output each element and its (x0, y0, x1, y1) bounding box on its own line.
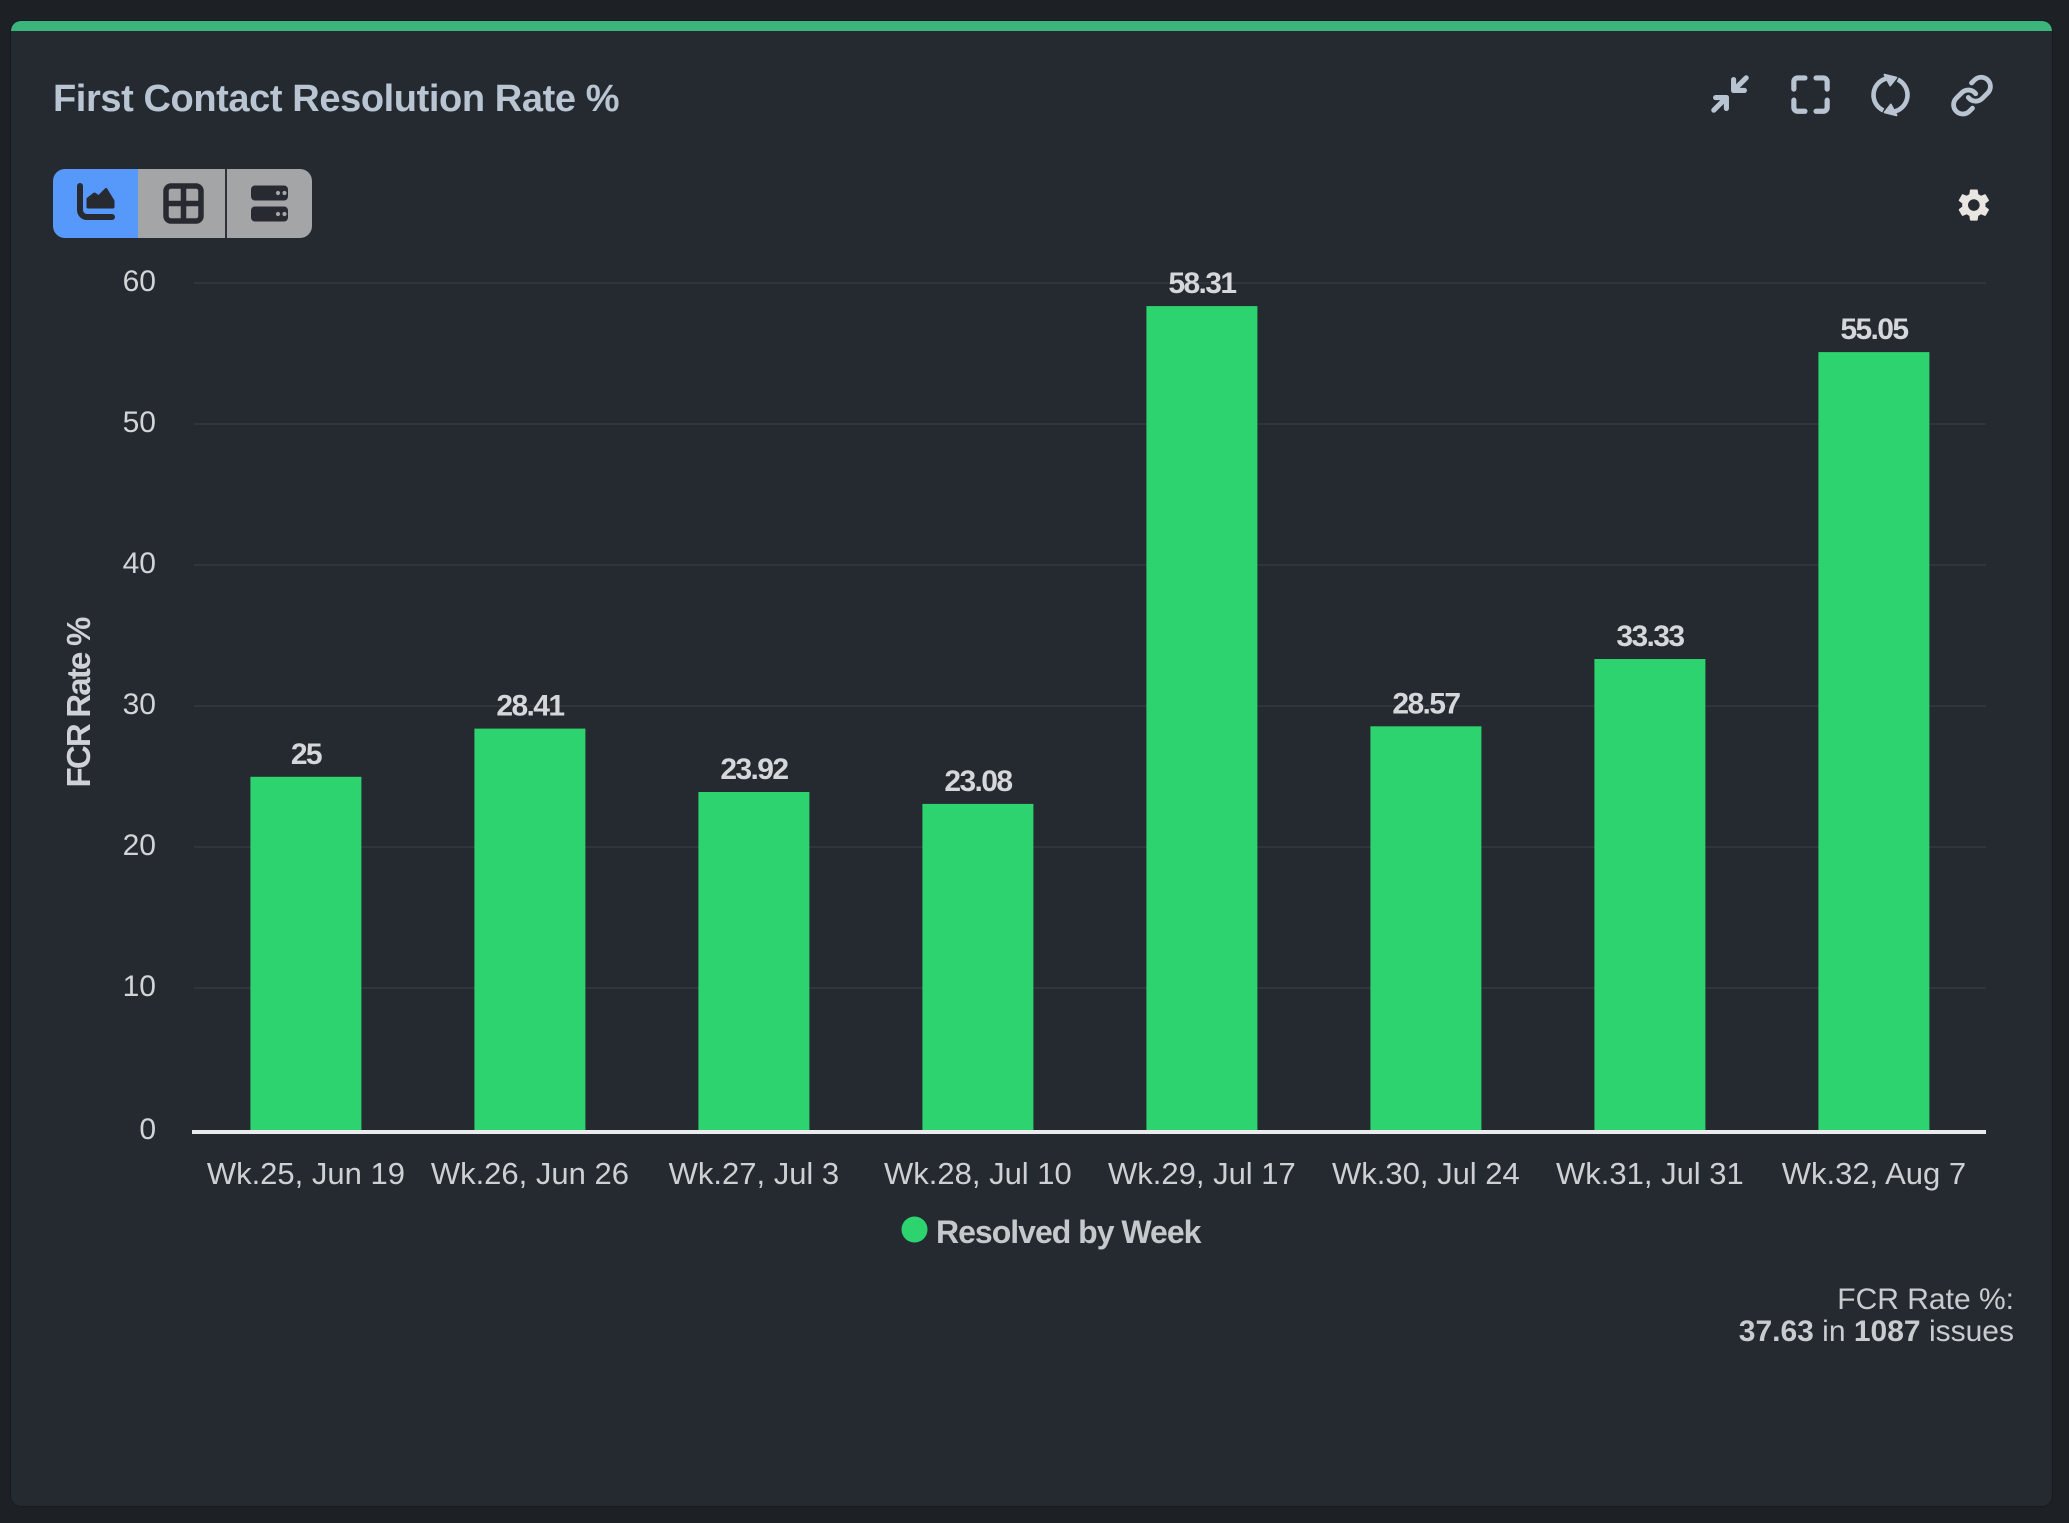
svg-text:37.63 in 1087 issues: 37.63 in 1087 issues (1739, 1315, 2014, 1348)
svg-text:0: 0 (139, 1113, 156, 1146)
svg-text:FCR Rate %: FCR Rate % (60, 617, 97, 787)
svg-text:28.41: 28.41 (496, 690, 564, 723)
svg-text:28.57: 28.57 (1392, 687, 1460, 720)
svg-text:Wk.25, Jun 19: Wk.25, Jun 19 (207, 1156, 405, 1191)
svg-text:Wk.27, Jul 3: Wk.27, Jul 3 (669, 1156, 840, 1191)
svg-text:58.31: 58.31 (1168, 267, 1236, 300)
svg-text:40: 40 (123, 547, 156, 580)
svg-text:23.92: 23.92 (720, 753, 788, 786)
svg-text:30: 30 (123, 688, 156, 721)
svg-text:Wk.32, Aug 7: Wk.32, Aug 7 (1782, 1156, 1966, 1191)
svg-text:Wk.28, Jul 10: Wk.28, Jul 10 (884, 1156, 1072, 1191)
svg-text:10: 10 (123, 970, 156, 1003)
svg-text:Wk.31, Jul 31: Wk.31, Jul 31 (1556, 1156, 1744, 1191)
svg-text:20: 20 (123, 829, 156, 862)
svg-text:23.08: 23.08 (944, 765, 1012, 798)
svg-text:25: 25 (291, 738, 322, 771)
svg-text:Wk.26, Jun 26: Wk.26, Jun 26 (431, 1156, 629, 1191)
svg-text:Wk.30, Jul 24: Wk.30, Jul 24 (1332, 1156, 1520, 1191)
svg-text:60: 60 (123, 265, 156, 298)
svg-text:First Contact Resolution Rate: First Contact Resolution Rate % (53, 78, 619, 120)
svg-text:50: 50 (123, 406, 156, 439)
svg-text:Wk.29, Jul 17: Wk.29, Jul 17 (1108, 1156, 1296, 1191)
svg-text:Resolved by Week: Resolved by Week (936, 1214, 1202, 1250)
svg-text:FCR Rate %:: FCR Rate %: (1837, 1283, 2014, 1316)
svg-text:55.05: 55.05 (1840, 313, 1908, 346)
svg-text:33.33: 33.33 (1616, 620, 1684, 653)
